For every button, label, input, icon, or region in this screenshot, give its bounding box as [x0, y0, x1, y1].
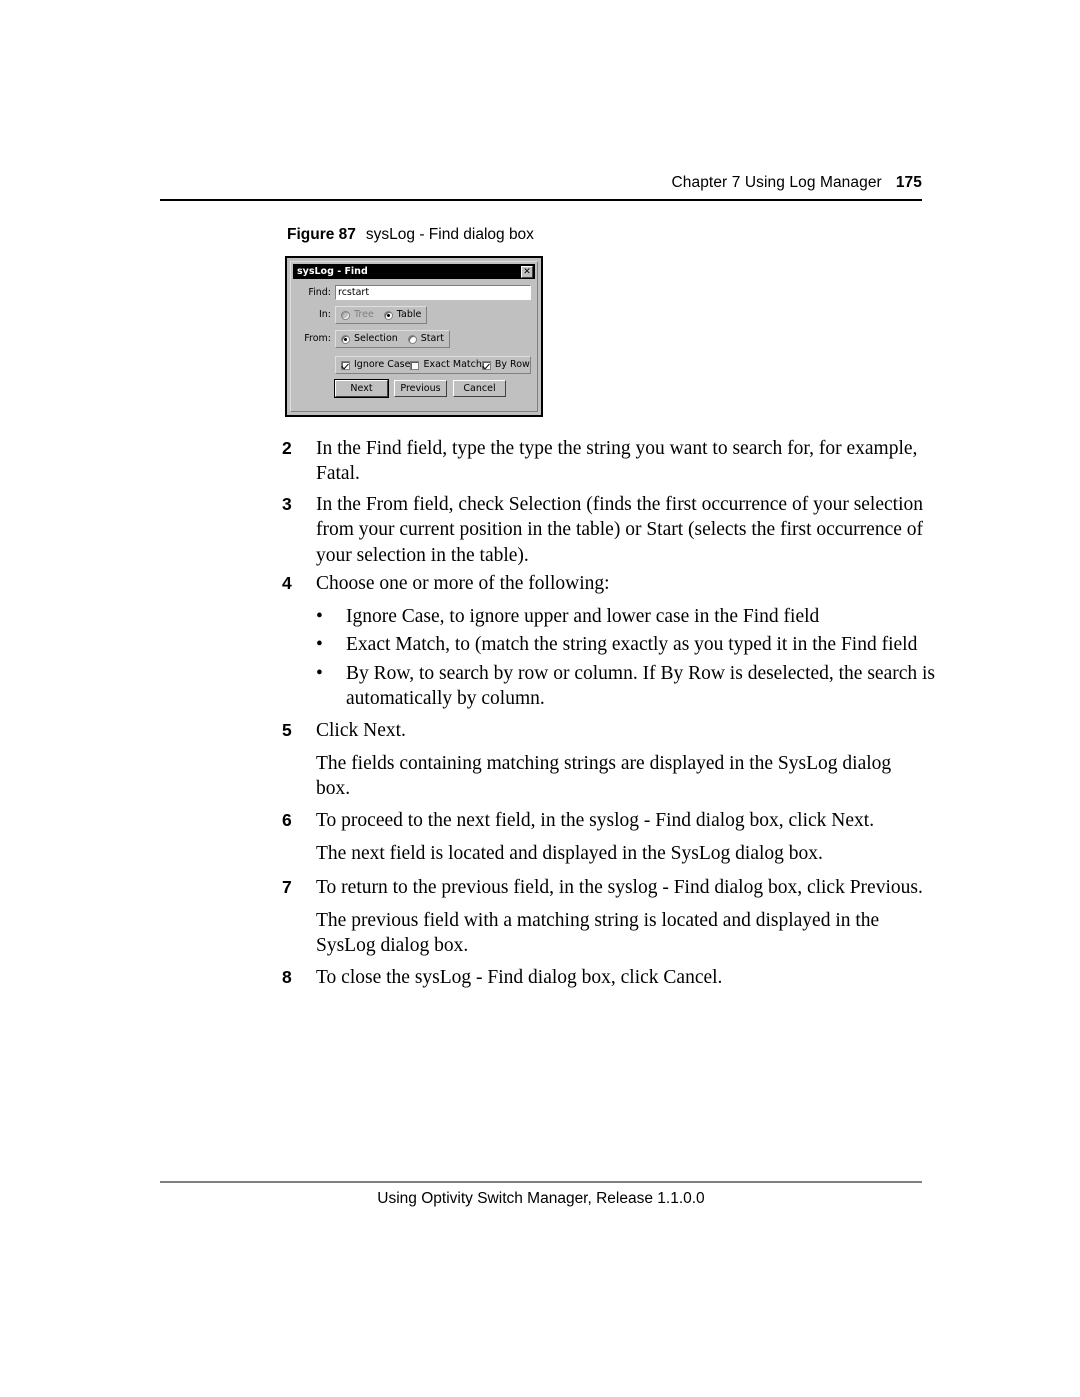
- step-4: 4 Choose one or more of the following:: [282, 571, 930, 596]
- checkbox-ignore-case-label: Ignore Case: [354, 359, 411, 371]
- from-row: From: Selection Start: [297, 330, 450, 348]
- syslog-find-dialog: sysLog - Find ✕ Find: rcstart In: Tree T…: [285, 256, 543, 417]
- radio-from-start-label: Start: [420, 333, 444, 345]
- checkmark-icon: [481, 360, 491, 370]
- step-2: 2 In the Find field, type the type the s…: [282, 436, 930, 487]
- find-input[interactable]: rcstart: [335, 285, 531, 300]
- step-5-text: Click Next.: [316, 720, 406, 741]
- step-4-number: 4: [282, 573, 292, 593]
- bullet-text: By Row, to search by row or column. If B…: [346, 662, 936, 710]
- cancel-button[interactable]: Cancel: [453, 380, 506, 397]
- result-after-step-6: The next field is located and displayed …: [316, 843, 823, 864]
- dialog-inner-frame: sysLog - Find ✕ Find: rcstart In: Tree T…: [290, 261, 538, 412]
- list-item: • Ignore Case, to ignore upper and lower…: [316, 604, 936, 629]
- step-3-text: In the From field, check Selection (find…: [316, 494, 923, 566]
- step-2-text: In the Find field, type the type the str…: [316, 438, 918, 485]
- radio-in-table[interactable]: Table: [383, 309, 422, 321]
- step-5-number: 5: [282, 720, 292, 740]
- bullet-list: • Ignore Case, to ignore upper and lower…: [316, 604, 936, 715]
- radio-dot-icon: [407, 334, 417, 344]
- bullet-text: Ignore Case, to ignore upper and lower c…: [346, 606, 820, 627]
- figure-caption: Figure 87 sysLog - Find dialog box: [287, 226, 534, 244]
- options-row: Ignore Case Exact Match By Row: [335, 356, 531, 374]
- checkbox-by-row-label: By Row: [494, 359, 530, 371]
- step-3-number: 3: [282, 494, 292, 514]
- list-item: • By Row, to search by row or column. If…: [316, 661, 936, 712]
- figure-caption-text: sysLog - Find dialog box: [365, 226, 534, 243]
- radio-in-tree-label: Tree: [354, 309, 374, 321]
- options-group: Ignore Case Exact Match By Row: [335, 356, 531, 374]
- page-number: 175: [895, 174, 922, 191]
- bullet-icon: •: [316, 606, 323, 627]
- previous-button[interactable]: Previous: [394, 380, 447, 397]
- radio-from-start[interactable]: Start: [407, 333, 444, 345]
- radio-in-tree[interactable]: Tree: [341, 310, 374, 320]
- bullet-icon: •: [316, 634, 323, 656]
- from-label: From:: [304, 333, 331, 345]
- step-2-number: 2: [282, 438, 292, 458]
- figure-number: Figure 87: [287, 226, 356, 243]
- step-6-text: To proceed to the next field, in the sys…: [316, 810, 875, 831]
- find-row: Find: rcstart: [297, 285, 531, 300]
- list-item: • Exact Match, to (match the string exac…: [316, 632, 936, 657]
- step-4-text: Choose one or more of the following:: [316, 573, 610, 594]
- checkbox-empty-icon: [410, 360, 420, 370]
- running-header: Chapter 7 Using Log Manager 175: [160, 174, 922, 192]
- in-radio-group: Tree Table: [335, 306, 428, 324]
- document-page: Chapter 7 Using Log Manager 175 Figure 87…: [0, 0, 1080, 1397]
- find-label: Find:: [308, 286, 331, 298]
- running-header-chapter: Chapter 7 Using Log Manager: [671, 174, 882, 191]
- dialog-button-row: Next Previous Cancel: [334, 379, 506, 398]
- in-row: In: Tree Table: [297, 306, 428, 324]
- bullet-text: Exact Match, to (match the string exactl…: [346, 634, 918, 656]
- from-radio-group: Selection Start: [335, 330, 450, 348]
- step-7: 7 To return to the previous field, in th…: [282, 875, 930, 900]
- radio-from-selection[interactable]: Selection: [341, 334, 398, 344]
- footer-text: Using Optivity Switch Manager, Release 1…: [377, 1190, 705, 1207]
- step-8-text: To close the sysLog - Find dialog box, c…: [316, 967, 723, 988]
- radio-in-table-label: Table: [396, 309, 422, 321]
- close-icon[interactable]: ✕: [521, 265, 533, 278]
- in-label: In:: [318, 309, 331, 321]
- checkmark-icon: [341, 360, 350, 370]
- result-after-step-7: The previous field with a matching strin…: [316, 910, 880, 957]
- footer-rule: [160, 1181, 922, 1183]
- result-after-step-5: The fields containing matching strings a…: [316, 753, 892, 800]
- checkbox-by-row[interactable]: By Row: [481, 359, 530, 371]
- step-3: 3 In the From field, check Selection (fi…: [282, 492, 930, 568]
- step-8: 8 To close the sysLog - Find dialog box,…: [282, 965, 930, 990]
- radio-dot-selected-icon: [383, 310, 393, 320]
- step-6: 6 To proceed to the next field, in the s…: [282, 808, 930, 833]
- next-button[interactable]: Next: [334, 379, 389, 398]
- step-7-number: 7: [282, 877, 292, 897]
- step-5: 5 Click Next.: [282, 718, 930, 743]
- radio-dot-selected-icon: [341, 334, 350, 344]
- checkbox-exact-match-label: Exact Match: [423, 359, 482, 371]
- checkbox-ignore-case[interactable]: Ignore Case: [341, 360, 410, 370]
- dialog-titlebar: sysLog - Find ✕: [293, 264, 535, 279]
- radio-from-selection-label: Selection: [354, 333, 398, 345]
- step-6-number: 6: [282, 810, 292, 830]
- header-rule: [160, 199, 922, 201]
- radio-dot-icon: [341, 310, 350, 320]
- dialog-title: sysLog - Find: [297, 265, 368, 277]
- step-7-text: To return to the previous field, in the …: [316, 877, 923, 898]
- checkbox-exact-match[interactable]: Exact Match: [410, 359, 482, 371]
- bullet-icon: •: [316, 662, 323, 684]
- step-8-number: 8: [282, 967, 292, 987]
